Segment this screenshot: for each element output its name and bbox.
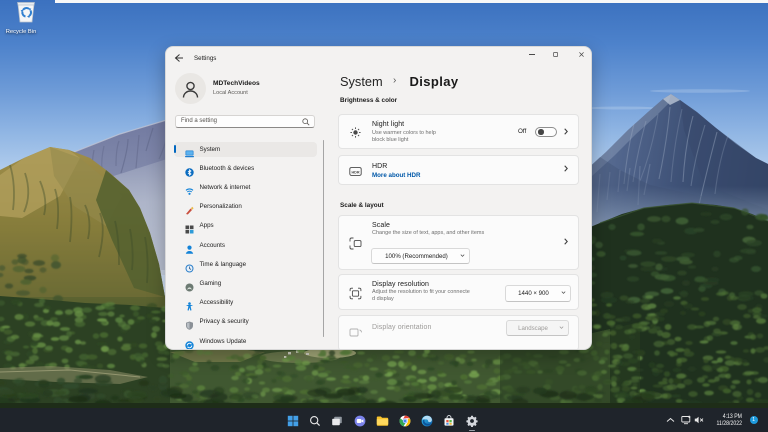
svg-text:HDR: HDR [351,170,359,174]
